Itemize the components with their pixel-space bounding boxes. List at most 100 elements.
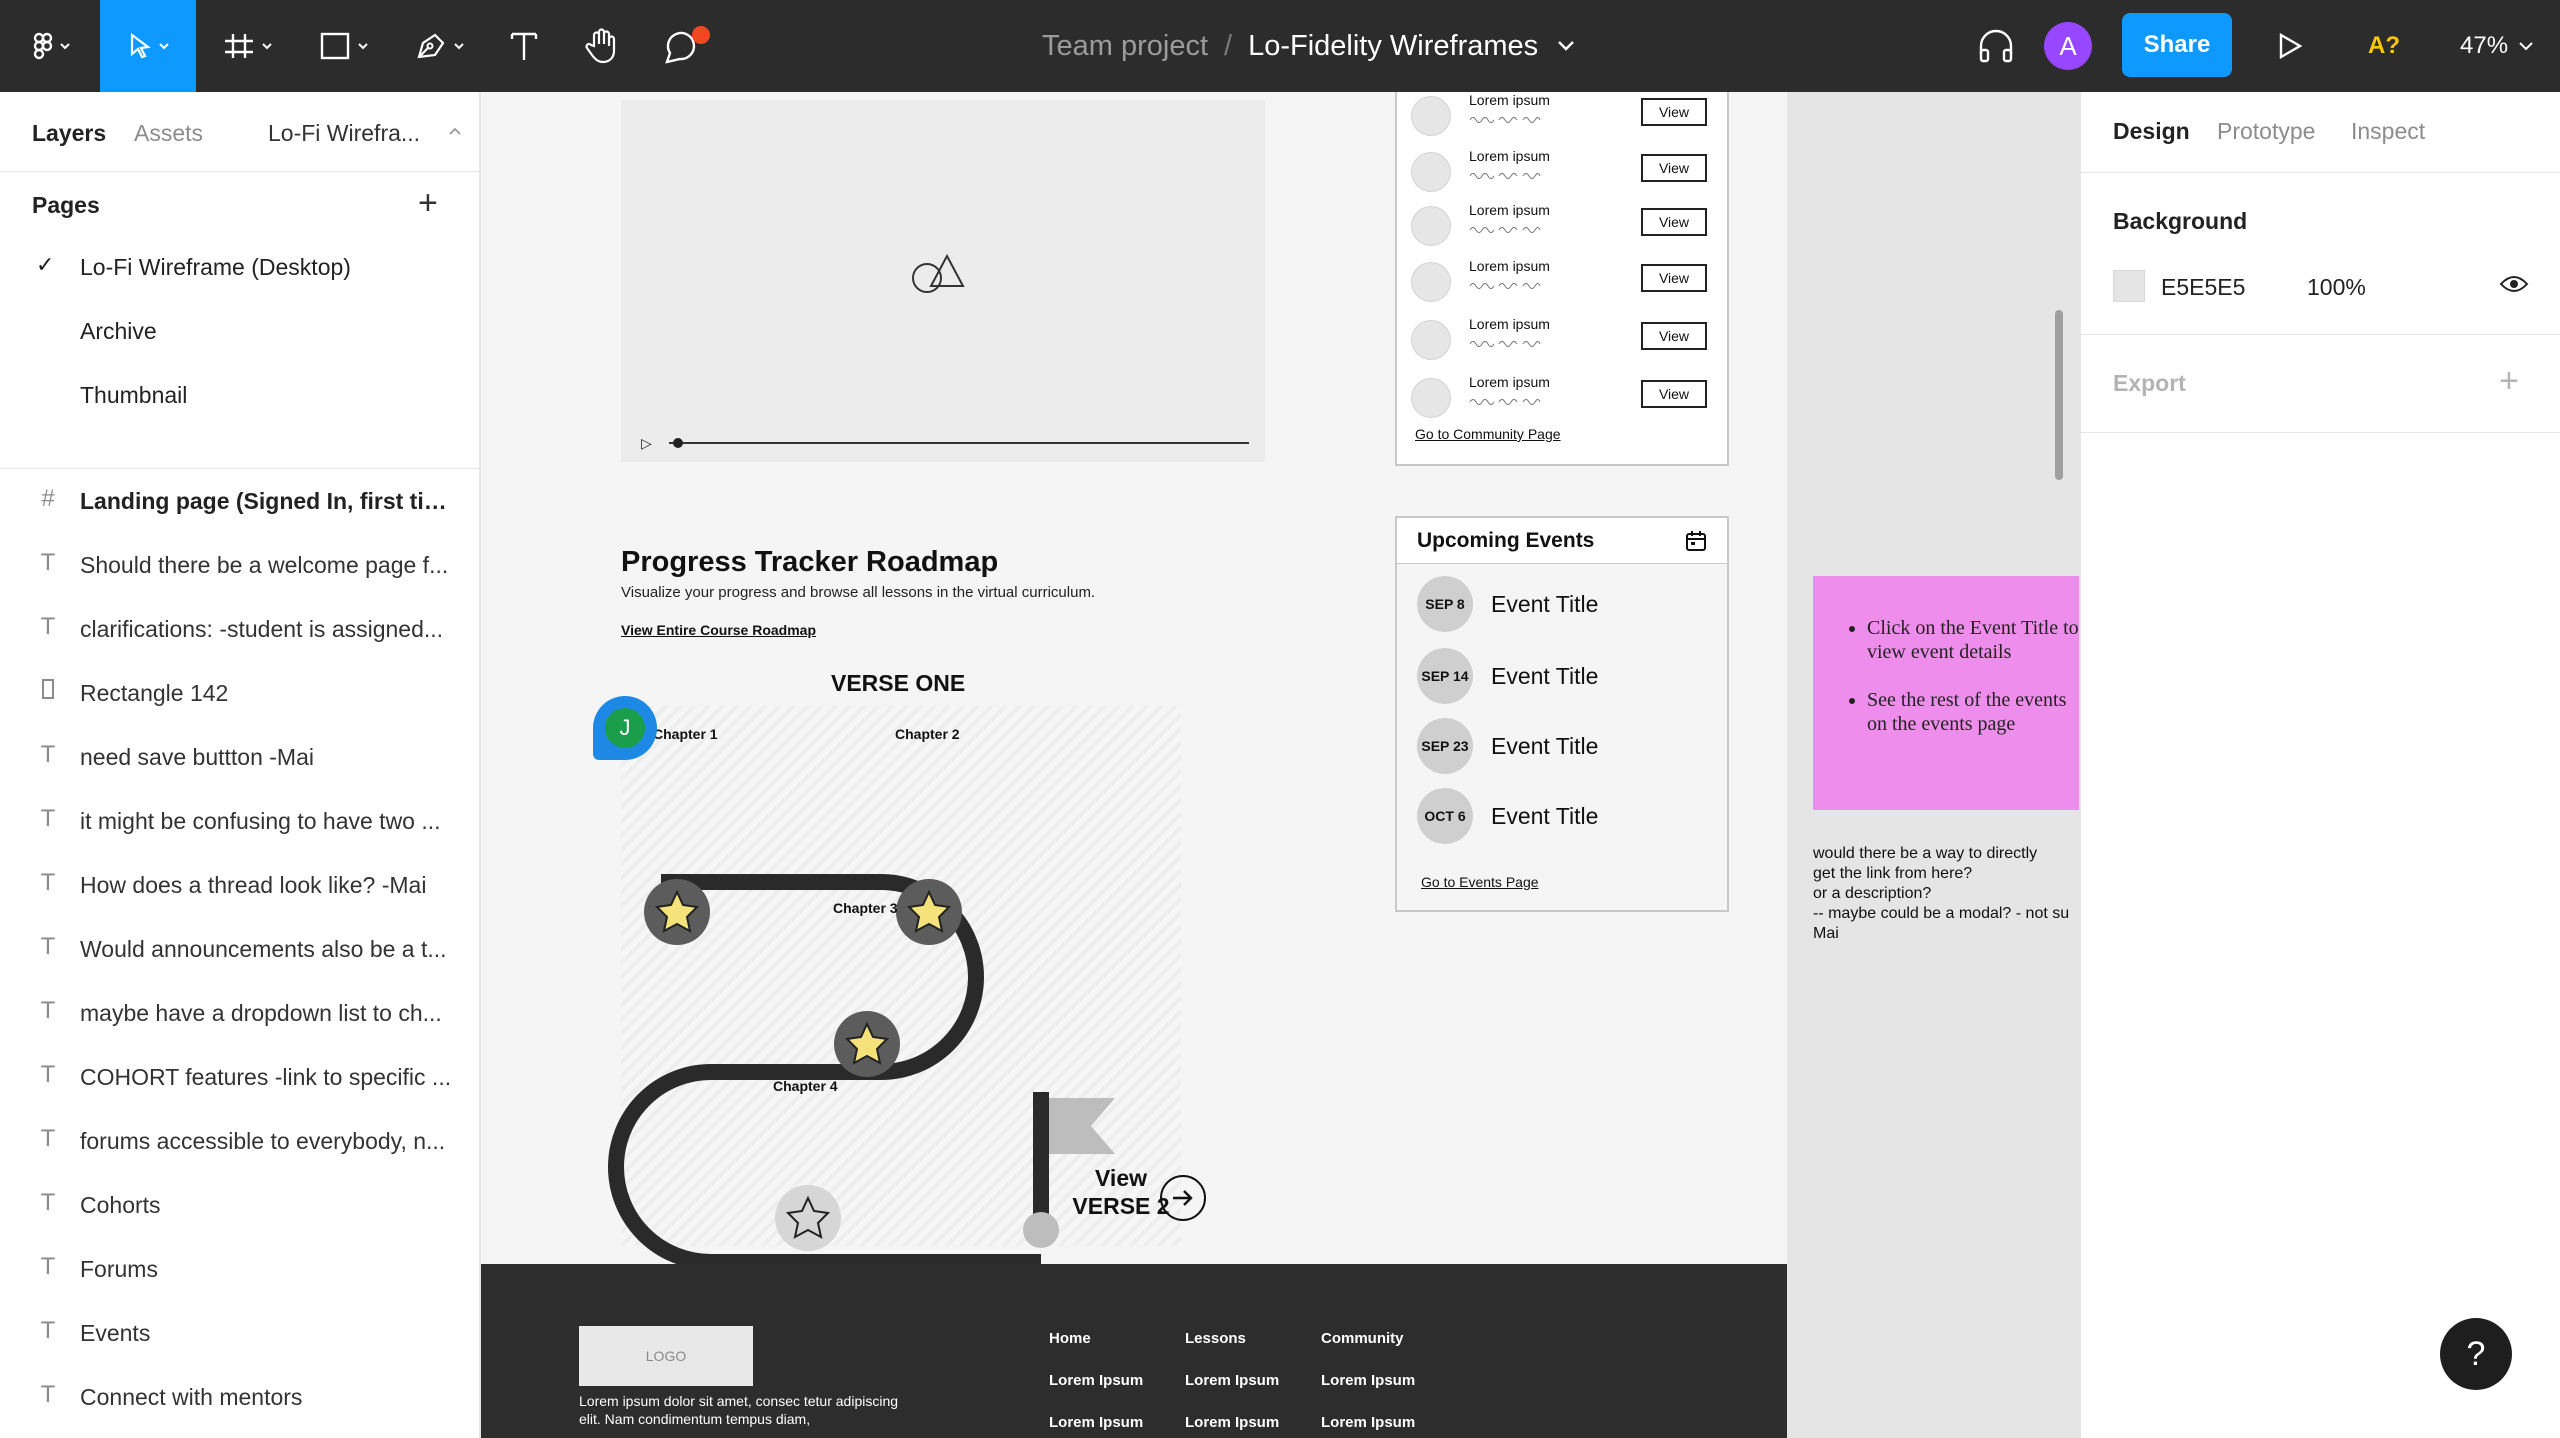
event-item[interactable]: SEP 8 Event Title (1417, 576, 1707, 632)
view-button[interactable]: View (1641, 264, 1707, 292)
divider (2081, 432, 2560, 433)
page-dropdown[interactable]: Lo-Fi Wirefra... (268, 120, 420, 147)
add-export-icon[interactable]: + (2499, 362, 2519, 401)
tab-prototype[interactable]: Prototype (2217, 118, 2315, 145)
chevron-down-icon[interactable] (1556, 39, 1576, 53)
shape-tool-icon[interactable] (312, 0, 382, 92)
comment-note[interactable]: would there be a way to directly get the… (1813, 844, 2079, 944)
share-button[interactable]: Share (2122, 13, 2232, 77)
sticky-note[interactable]: Click on the Event Title to view event d… (1813, 576, 2079, 810)
events-page-link[interactable]: Go to Events Page (1421, 874, 1539, 890)
layer-row[interactable]: Rectangle 142 (0, 660, 479, 724)
accessibility-check[interactable]: A? (2368, 0, 2400, 92)
layer-row[interactable]: Tneed save buttton -Mai (0, 724, 479, 788)
chapter-1-star-icon[interactable] (643, 878, 711, 946)
page-item-lofi-desktop[interactable]: ✓ Lo-Fi Wireframe (Desktop) (0, 236, 479, 300)
figma-menu-icon[interactable] (20, 0, 82, 92)
help-button[interactable]: ? (2440, 1318, 2512, 1390)
text-tool-icon[interactable] (500, 0, 548, 92)
event-item[interactable]: SEP 23 Event Title (1417, 718, 1707, 774)
video-progress-handle[interactable] (673, 438, 683, 448)
video-progress-track[interactable] (669, 442, 1249, 444)
view-button[interactable]: View (1641, 380, 1707, 408)
chapter-4-star-icon[interactable] (774, 1184, 842, 1252)
page-item-archive[interactable]: Archive (0, 300, 479, 364)
layer-row[interactable]: T Connect with mentors (0, 1364, 479, 1428)
footer-link[interactable]: Lorem Ipsum (1321, 1414, 1415, 1438)
footer-link[interactable]: Lorem Ipsum (1049, 1414, 1143, 1438)
eye-icon[interactable] (2499, 272, 2529, 296)
calendar-icon[interactable] (1685, 530, 1707, 552)
tab-assets[interactable]: Assets (134, 120, 203, 147)
add-page-icon[interactable]: + (418, 186, 438, 220)
play-icon[interactable]: ▷ (641, 435, 652, 452)
tab-inspect[interactable]: Inspect (2351, 118, 2425, 145)
view-button[interactable]: View (1641, 98, 1707, 126)
team-name[interactable]: Team project (1042, 30, 1208, 63)
background-opacity-input[interactable]: 100% (2307, 274, 2366, 301)
comment-tool-icon[interactable] (656, 0, 716, 92)
tab-design[interactable]: Design (2113, 118, 2190, 145)
footer-link[interactable]: Lorem Ipsum (1185, 1372, 1279, 1414)
tab-layers[interactable]: Layers (32, 120, 106, 147)
placeholder-text-icon (1469, 283, 1541, 289)
chapter-2-star-icon[interactable] (895, 878, 963, 946)
footer-link[interactable]: Lorem Ipsum (1049, 1372, 1143, 1414)
footer-text: Lorem ipsum dolor sit amet, consec tetur… (579, 1393, 899, 1427)
audio-headphones-icon[interactable] (1970, 0, 2022, 92)
layer-row[interactable]: # Landing page (Signed In, first time) (0, 468, 479, 532)
tracker-subtitle: Visualize your progress and browse all l… (621, 584, 1096, 601)
zoom-dropdown[interactable]: 47% (2460, 0, 2534, 92)
move-tool-icon[interactable] (100, 0, 196, 92)
footer-heading[interactable]: Lessons (1185, 1330, 1279, 1372)
layer-row[interactable]: Tmaybe have a dropdown list to ch... (0, 980, 479, 1044)
layer-row[interactable]: T Forums (0, 1236, 479, 1300)
video-placeholder[interactable]: ▷ (621, 100, 1265, 462)
community-page-link[interactable]: Go to Community Page (1415, 426, 1561, 442)
course-roadmap-link[interactable]: View Entire Course Roadmap (621, 622, 816, 638)
chevron-up-icon[interactable] (448, 126, 462, 136)
event-title[interactable]: Event Title (1491, 663, 1598, 690)
footer-link[interactable]: Lorem Ipsum (1185, 1414, 1279, 1438)
layer-row[interactable]: T Events (0, 1300, 479, 1364)
layer-row[interactable]: T COHORT features -link to specific ... (0, 1044, 479, 1108)
file-name[interactable]: Lo-Fidelity Wireframes (1248, 30, 1538, 63)
wireframe-frame[interactable]: ▷ Progress Tracker Roadmap Visualize you… (481, 92, 1787, 1438)
toolbar: Team project / Lo-Fidelity Wireframes A … (0, 0, 2560, 92)
layer-row[interactable]: Tforums accessible to everybody, n... (0, 1108, 479, 1172)
footer-heading[interactable]: Home (1049, 1330, 1143, 1372)
view-button[interactable]: View (1641, 322, 1707, 350)
event-item[interactable]: OCT 6 Event Title (1417, 788, 1707, 844)
collaborator-cursor[interactable]: J (593, 696, 657, 760)
layer-row[interactable]: T Would announcements also be a t... (0, 916, 479, 980)
present-play-icon[interactable] (2268, 0, 2312, 92)
background-color-swatch[interactable] (2113, 270, 2145, 302)
event-title[interactable]: Event Title (1491, 803, 1598, 830)
left-panel-tabs: Layers Assets Lo-Fi Wirefra... (0, 92, 479, 172)
event-title[interactable]: Event Title (1491, 591, 1598, 618)
layer-row[interactable]: T Should there be a welcome page f... (0, 532, 479, 596)
layer-row[interactable]: Tit might be confusing to have two ... (0, 788, 479, 852)
view-button[interactable]: View (1641, 154, 1707, 182)
chapter-3-star-icon[interactable] (833, 1010, 901, 1078)
layer-row[interactable]: T Cohorts (0, 1172, 479, 1236)
user-avatar[interactable]: A (2044, 22, 2092, 70)
page-item-thumbnail[interactable]: Thumbnail (0, 364, 479, 428)
arrow-right-icon[interactable] (1160, 1175, 1206, 1221)
hand-tool-icon[interactable] (578, 0, 626, 92)
canvas-scrollbar[interactable] (2055, 310, 2063, 480)
layer-row[interactable]: Tclarifications: -student is assigned... (0, 596, 479, 660)
footer-column: Home Lorem Ipsum Lorem Ipsum (1049, 1330, 1143, 1438)
canvas[interactable]: ▷ Progress Tracker Roadmap Visualize you… (481, 92, 2079, 1438)
frame-tool-icon[interactable] (216, 0, 286, 92)
footer-heading[interactable]: Community (1321, 1330, 1415, 1372)
view-button[interactable]: View (1641, 208, 1707, 236)
footer-link[interactable]: Lorem Ipsum (1321, 1372, 1415, 1414)
background-hex-input[interactable]: E5E5E5 (2161, 274, 2245, 301)
pen-tool-icon[interactable] (408, 0, 478, 92)
event-title[interactable]: Event Title (1491, 733, 1598, 760)
layer-row[interactable]: T How does a thread look like? -Mai (0, 852, 479, 916)
upcoming-events: Upcoming Events SEP 8 Event Title SEP 14 E… (1395, 516, 1729, 912)
event-item[interactable]: SEP 14 Event Title (1417, 648, 1707, 704)
file-breadcrumb[interactable]: Team project / Lo-Fidelity Wireframes (1042, 0, 1576, 92)
